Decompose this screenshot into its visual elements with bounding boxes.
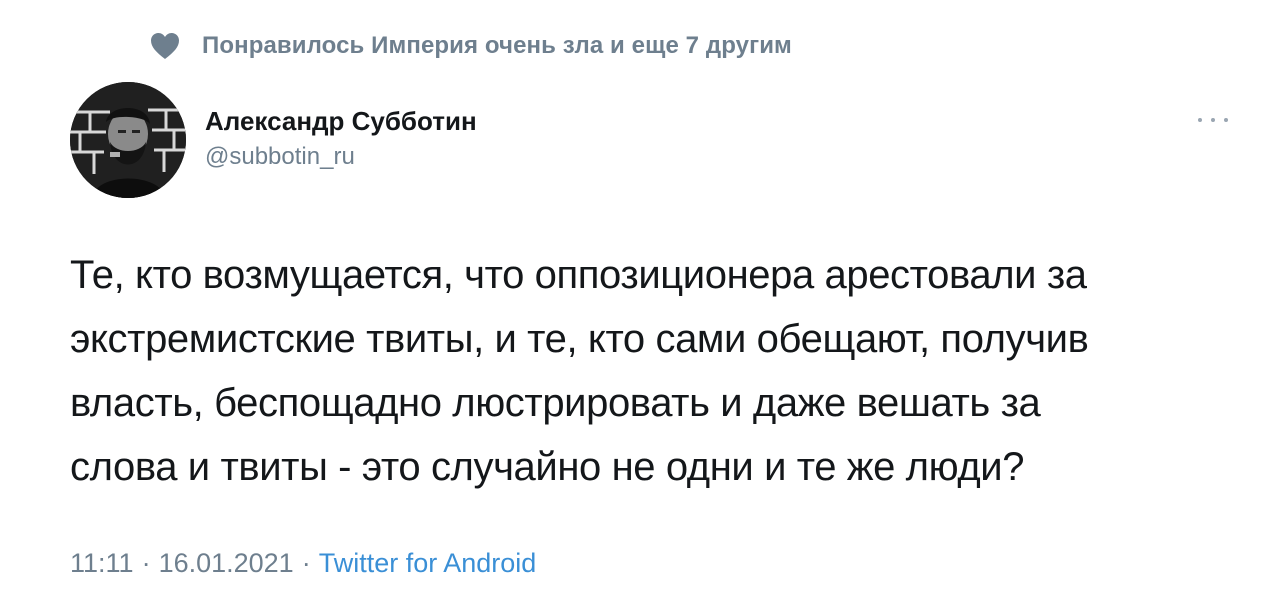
more-options-icon[interactable] xyxy=(1198,110,1228,130)
meta-separator: · xyxy=(141,548,151,578)
tweet-source-link[interactable]: Twitter for Android xyxy=(319,548,537,579)
dot xyxy=(1211,118,1215,122)
avatar-photo xyxy=(70,82,186,198)
author-name[interactable]: Александр Субботин xyxy=(205,104,477,138)
author-block[interactable]: Александр Субботин @subbotin_ru xyxy=(205,104,477,174)
tweet-time[interactable]: 11:11 xyxy=(70,548,134,579)
meta-separator: · xyxy=(301,548,311,578)
avatar[interactable] xyxy=(70,82,186,198)
social-context[interactable]: Понравилось Империя очень зла и еще 7 др… xyxy=(150,28,792,64)
tweet-date[interactable]: 16.01.2021 xyxy=(159,548,294,579)
social-context-text: Понравилось Империя очень зла и еще 7 др… xyxy=(202,32,792,59)
author-handle[interactable]: @subbotin_ru xyxy=(205,140,477,174)
dot xyxy=(1198,118,1202,122)
dot xyxy=(1224,118,1228,122)
heart-icon xyxy=(151,33,179,59)
tweet-text: Те, кто возмущается, что оппозиционера а… xyxy=(70,253,1089,489)
tweet-meta: 11:11 · 16.01.2021 · Twitter for Android xyxy=(70,548,536,579)
